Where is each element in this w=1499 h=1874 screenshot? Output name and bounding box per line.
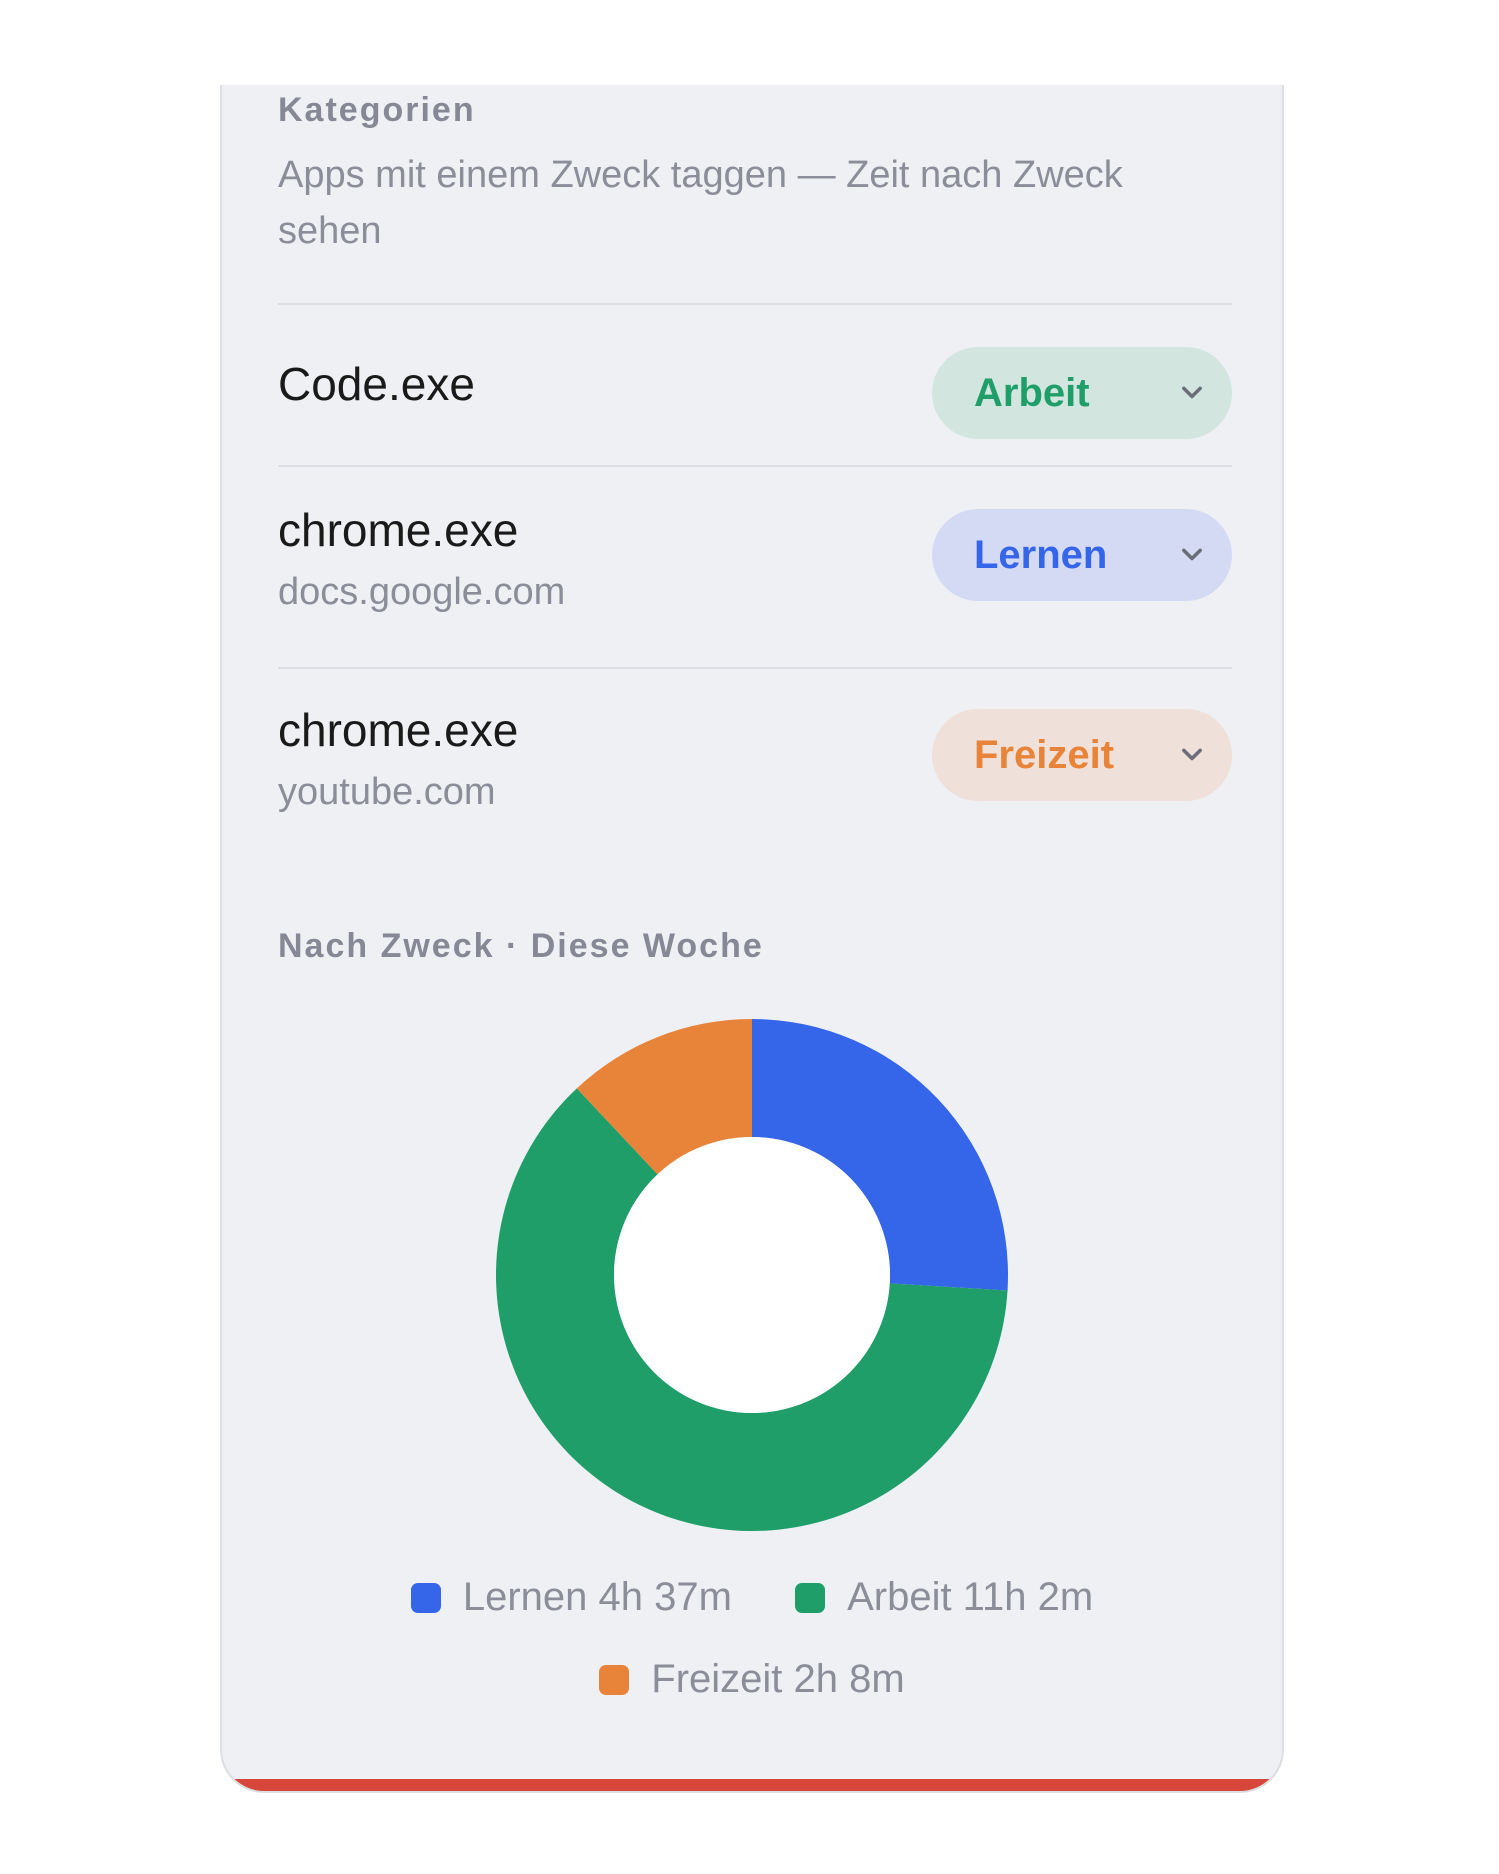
app-row-chrome-docs: chrome.exe docs.google.com Lernen bbox=[278, 467, 1232, 667]
legend-label: Freizeit 2h 8m bbox=[651, 1657, 905, 1701]
app-name: chrome.exe bbox=[278, 704, 519, 756]
app-domain: youtube.com bbox=[278, 771, 496, 813]
chart-title: Nach Zweck · Diese Woche bbox=[278, 927, 764, 965]
chevron-down-icon bbox=[1182, 548, 1202, 561]
legend-item-arbeit: Arbeit 11h 2m bbox=[795, 1575, 1093, 1620]
categories-card: Kategorien Apps mit einem Zweck taggen —… bbox=[220, 85, 1284, 1793]
app-row-chrome-youtube: chrome.exe youtube.com Freizeit bbox=[278, 669, 1232, 869]
section-subtitle: Apps mit einem Zweck taggen — Zeit nach … bbox=[278, 154, 1123, 252]
legend-item-lernen: Lernen 4h 37m bbox=[410, 1575, 732, 1620]
app-row-code: Code.exe Arbeit bbox=[278, 305, 1232, 465]
chevron-down-icon bbox=[1182, 386, 1202, 399]
donut-hole bbox=[614, 1137, 890, 1413]
category-select-label: Arbeit bbox=[974, 370, 1090, 415]
bottom-accent-bar bbox=[222, 1779, 1282, 1791]
legend-swatch bbox=[795, 1582, 826, 1613]
legend-swatch bbox=[599, 1664, 630, 1695]
app-name: chrome.exe bbox=[278, 504, 519, 556]
chart-legend-row-2: Freizeit 2h 8m bbox=[222, 1657, 1282, 1705]
legend-label: Lernen 4h 37m bbox=[462, 1575, 732, 1619]
donut-chart bbox=[495, 1019, 1008, 1531]
category-select-arbeit[interactable]: Arbeit bbox=[932, 347, 1232, 439]
chart-legend: Lernen 4h 37m Arbeit 11h 2m bbox=[222, 1575, 1282, 1623]
category-select-label: Lernen bbox=[974, 532, 1108, 577]
app-name: Code.exe bbox=[278, 358, 475, 410]
chevron-down-icon bbox=[1182, 748, 1202, 761]
category-select-label: Freizeit bbox=[974, 732, 1115, 777]
category-select-freizeit[interactable]: Freizeit bbox=[932, 709, 1232, 801]
app-domain: docs.google.com bbox=[278, 571, 566, 613]
legend-label: Arbeit 11h 2m bbox=[847, 1575, 1094, 1619]
legend-swatch bbox=[410, 1582, 441, 1613]
legend-item-freizeit: Freizeit 2h 8m bbox=[599, 1657, 905, 1702]
category-select-lernen[interactable]: Lernen bbox=[932, 509, 1232, 601]
section-title-categories: Kategorien bbox=[278, 91, 476, 129]
